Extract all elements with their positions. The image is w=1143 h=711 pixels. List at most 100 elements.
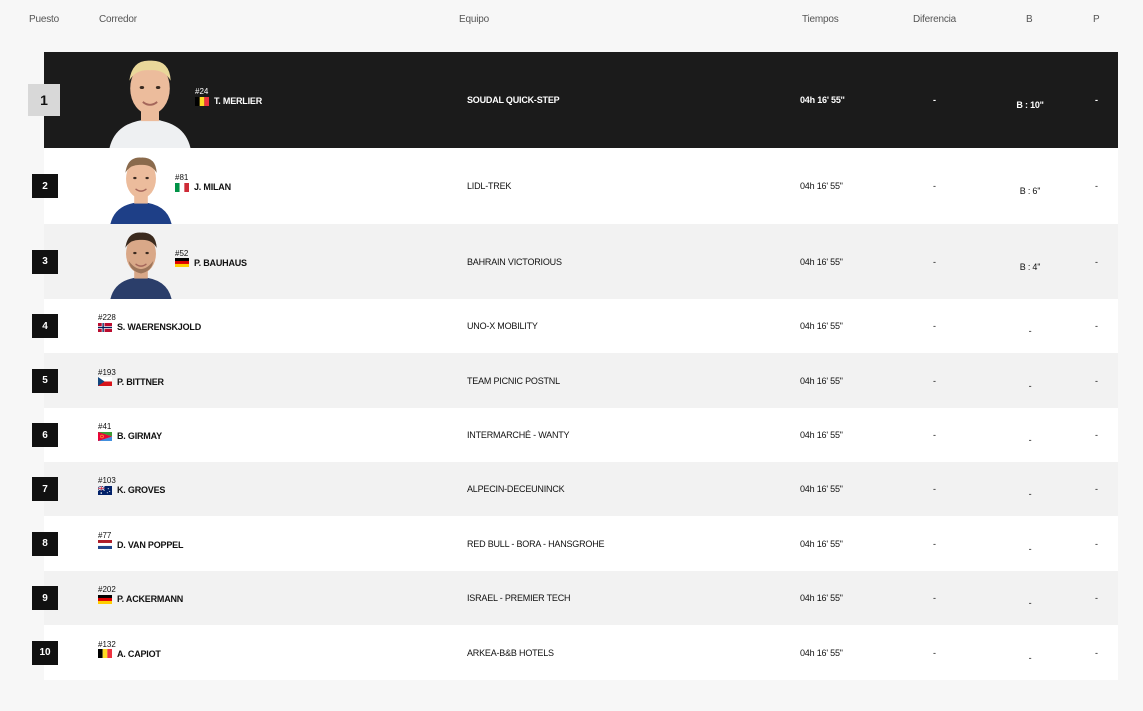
bonus-value: - [1028,435,1032,445]
rider-cell[interactable]: #77 D. VAN POPPEL [98,531,183,550]
team-name-link[interactable]: SOUDAL QUICK-STEP [467,95,560,105]
rider-cell[interactable]: #52 P. BAUHAUS [175,249,247,268]
gap-value: - [933,538,936,549]
column-header-p[interactable]: P [1093,14,1100,25]
team-name-link[interactable]: BAHRAIN VICTORIOUS [467,257,562,267]
column-header-corredor[interactable]: Corredor [99,14,137,25]
bonus-value: - [1028,652,1032,663]
rank-badge: 2 [32,174,58,198]
rank-badge: 1 [28,84,60,116]
belgium-flag-icon [98,649,112,658]
rider-cell[interactable]: #81 J. MILAN [175,173,231,192]
rider-name-link[interactable]: T. MERLIER [214,96,262,106]
column-header-puesto[interactable]: Puesto [29,14,59,25]
bonus-value: - [1028,598,1032,608]
australia-flag-icon [98,485,112,495]
team-name-link[interactable]: RED BULL - BORA - HANSGROHE [467,539,604,549]
bib-number: #202 [98,585,116,594]
rank-badge: 7 [32,477,58,501]
penalty-value: - [1095,256,1098,267]
rider-name-link[interactable]: D. VAN POPPEL [117,540,183,550]
table-row[interactable]: 10 #132 A. CAPIOT ARKEA-B&B HOTELS 04h 16' 5… [32,625,1118,680]
team-name-link[interactable]: UNO-X MOBILITY [467,321,538,331]
column-header-b[interactable]: B [1026,14,1033,25]
gap-value: - [933,375,936,386]
time-value: 04h 16' 55'' [800,95,845,105]
table-row[interactable]: 2 #81 J. MILAN LIDL-TREK 04h 16' 55'' - B : 6'… [32,148,1118,224]
bib-number: #77 [98,530,112,540]
germany-flag-icon [98,594,112,604]
time-value: 04h 16' 55'' [800,593,843,603]
penalty-value: - [1095,538,1098,549]
table-row[interactable]: 3 #52 P. BAUHAUS BAHRAIN VICTORIOUS 04h 16' … [32,224,1118,299]
gap-value: - [933,95,936,105]
table-row[interactable]: 5 #193 P. BITTNER TEAM PICNIC POSTNL 04h 16'… [32,353,1118,408]
column-header-equipo[interactable]: Equipo [459,14,489,25]
rider-cell[interactable]: #24 T. MERLIER [195,87,262,106]
time-value: 04h 16' 55'' [800,430,843,440]
bonus-value: - [1028,543,1032,554]
bonus-value: B : 10'' [1016,100,1044,110]
rider-name-link[interactable]: P. BAUHAUS [194,258,247,268]
rider-name-link[interactable]: B. GIRMAY [117,431,162,441]
table-row[interactable]: 4 #228 S. WAERENSKJOLD UNO-X MOBILITY 04h 16… [32,299,1118,353]
bonus-value: - [1028,326,1032,336]
penalty-value: - [1095,181,1098,191]
team-name-link[interactable]: TEAM PICNIC POSTNL [467,376,560,386]
penalty-value: - [1095,95,1098,105]
bonus-value: B : 6'' [1019,186,1041,196]
team-name-link[interactable]: ISRAEL - PREMIER TECH [467,593,571,603]
rider-name-link[interactable]: K. GROVES [117,485,165,495]
gap-value: - [933,181,936,191]
bib-number: #132 [98,639,116,649]
gap-value: - [933,647,936,658]
rider-name-link[interactable]: J. MILAN [194,182,231,192]
bib-number: #52 [175,248,189,258]
team-name-link[interactable]: ARKEA-B&B HOTELS [467,648,554,658]
gap-value: - [933,484,936,494]
team-name-link[interactable]: INTERMARCHÉ - WANTY [467,430,570,440]
norway-flag-icon [98,322,112,332]
rank-badge: 3 [32,249,58,274]
penalty-value: - [1095,484,1098,494]
table-row[interactable]: 9 #202 P. ACKERMANN ISRAEL - PREMIER TECH 04… [32,571,1118,625]
czech-flag-icon [98,377,112,386]
eritrea-flag-icon [98,431,112,441]
rank-badge: 8 [32,531,58,556]
team-name-link[interactable]: ALPECIN-DECEUNINCK [467,484,565,494]
rider-cell[interactable]: #103 K. GROVES [98,476,165,495]
rank-badge: 9 [32,586,58,610]
column-header-diferencia[interactable]: Diferencia [913,14,956,25]
penalty-value: - [1095,375,1098,386]
table-row[interactable]: 6 #41 B. GIRMAY INTERMARCHÉ - WANTY 04h 16' … [32,408,1118,462]
rank-badge: 10 [32,640,58,665]
penalty-value: - [1095,593,1098,603]
rider-cell[interactable]: #41 B. GIRMAY [98,422,162,441]
table-row[interactable]: 8 #77 D. VAN POPPEL RED BULL - BORA - HANSG… [32,516,1118,571]
time-value: 04h 16' 55'' [800,538,843,549]
bonus-value: B : 4'' [1019,261,1041,272]
rank-badge: 6 [32,423,58,447]
table-row[interactable]: 7 #103 K. GROVES ALPECIN-DECEUNINCK 04h 16' … [32,462,1118,516]
team-name-link[interactable]: LIDL-TREK [467,181,511,191]
table-header: Puesto Corredor Equipo Tiempos Diferenci… [0,0,1143,40]
rider-cell[interactable]: #132 A. CAPIOT [98,640,161,659]
rider-name-link[interactable]: P. BITTNER [117,377,164,387]
bib-number: #24 [195,87,209,96]
rider-cell[interactable]: #228 S. WAERENSKJOLD [98,313,201,332]
bonus-value: - [1028,380,1032,391]
rider-name-link[interactable]: A. CAPIOT [117,649,161,659]
rider-name-link[interactable]: S. WAERENSKJOLD [117,322,201,332]
rider-cell[interactable]: #193 P. BITTNER [98,368,164,387]
rider-photo [107,226,175,299]
time-value: 04h 16' 55'' [800,256,843,267]
gap-value: - [933,321,936,331]
time-value: 04h 16' 55'' [800,375,843,386]
germany-flag-icon [175,258,189,267]
rider-cell[interactable]: #202 P. ACKERMANN [98,585,183,604]
bib-number: #228 [98,313,116,322]
table-row[interactable]: 1 #24 T. MERLIER SOUDAL QUICK-STEP 04h 16' 5… [28,52,1118,148]
rider-name-link[interactable]: P. ACKERMANN [117,594,183,604]
gap-value: - [933,593,936,603]
column-header-tiempos[interactable]: Tiempos [802,14,839,25]
